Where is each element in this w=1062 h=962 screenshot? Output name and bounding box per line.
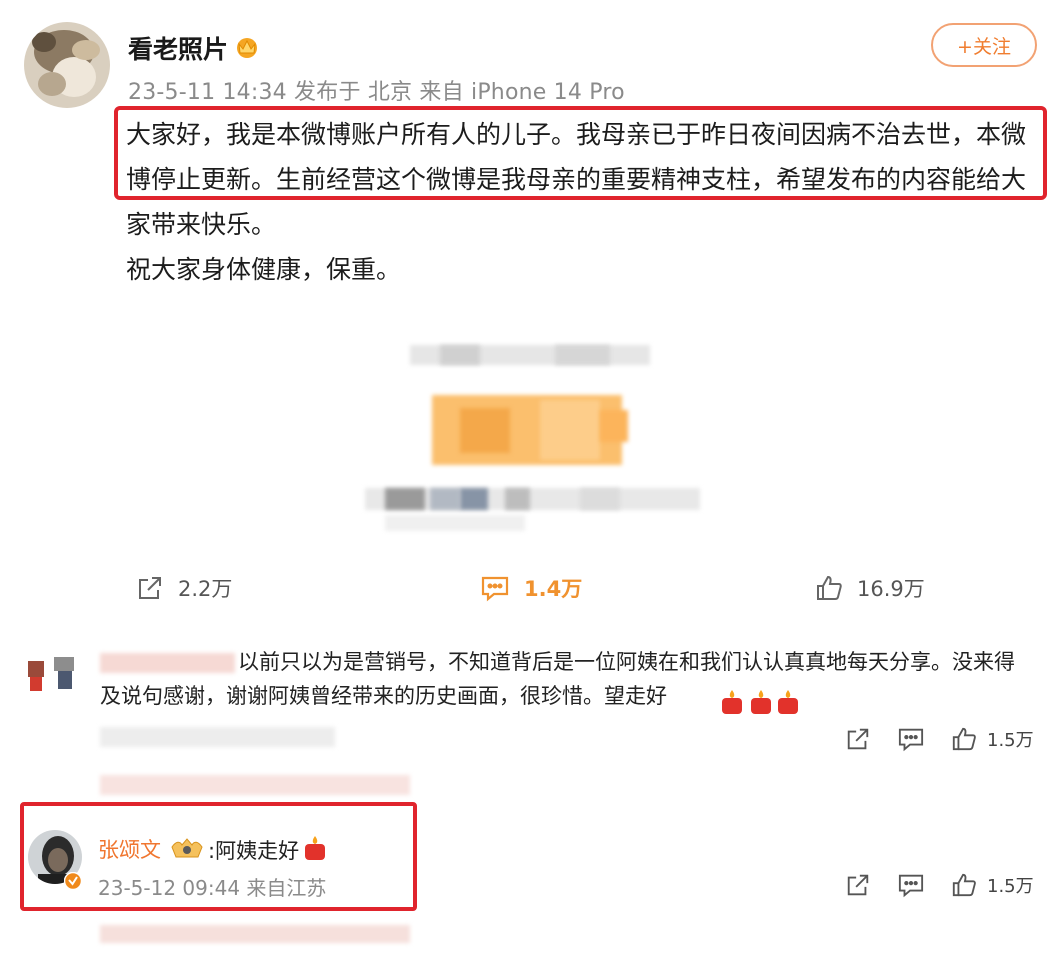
commenter-avatar[interactable] [24, 655, 86, 695]
author-name[interactable]: 看老照片 [128, 30, 228, 66]
verified-icon [63, 871, 83, 891]
follow-button[interactable]: +关注 [931, 23, 1037, 67]
like-count: 16.9万 [857, 577, 925, 601]
comment-like-count: 1.5万 [987, 730, 1034, 751]
comment-text: 以前只以为是营销号，不知道背后是一位阿姨在和我们认认真真地每天分享。没来得及说句… [100, 650, 1015, 708]
candle-emoji-icon [302, 834, 328, 866]
like-icon [952, 727, 976, 751]
comment-reply-icon[interactable] [897, 726, 925, 752]
repost-count: 2.2万 [178, 577, 233, 601]
highlight-box [114, 106, 1047, 200]
crown-badge-icon [170, 835, 204, 865]
comment-like-count: 1.5万 [987, 876, 1034, 897]
comment-reply-icon[interactable] [897, 872, 925, 898]
comment-like-button[interactable]: 1.5万 [951, 726, 1034, 752]
comment-repost-icon[interactable] [845, 726, 871, 752]
comment-actions: 1.5万 [845, 872, 1034, 898]
reply-meta: 23-5-12 09:44 来自江苏 [98, 876, 327, 900]
like-icon [952, 873, 976, 897]
repost-icon [139, 577, 161, 599]
reply-text: :阿姨走好 [208, 839, 300, 863]
comment-repost-icon[interactable] [845, 872, 871, 898]
post-meta: 23-5-11 14:34 发布于 北京 来自 iPhone 14 Pro [128, 80, 625, 105]
crown-badge-icon [234, 34, 260, 60]
like-icon [817, 575, 842, 600]
comment-button[interactable]: 1.4万 [480, 573, 582, 603]
post-paragraph: 祝大家身体健康，保重。 [126, 255, 402, 284]
like-button[interactable]: 16.9万 [815, 573, 925, 603]
candle-emoji-icon [720, 688, 800, 720]
commenter-name[interactable]: 张颂文 [98, 834, 161, 864]
author-avatar[interactable] [24, 22, 110, 108]
comment-actions: 1.5万 [845, 726, 1034, 752]
comment-like-button[interactable]: 1.5万 [951, 872, 1034, 898]
comment-icon [481, 576, 509, 602]
comment-count: 1.4万 [524, 577, 583, 601]
repost-button[interactable]: 2.2万 [136, 573, 232, 603]
